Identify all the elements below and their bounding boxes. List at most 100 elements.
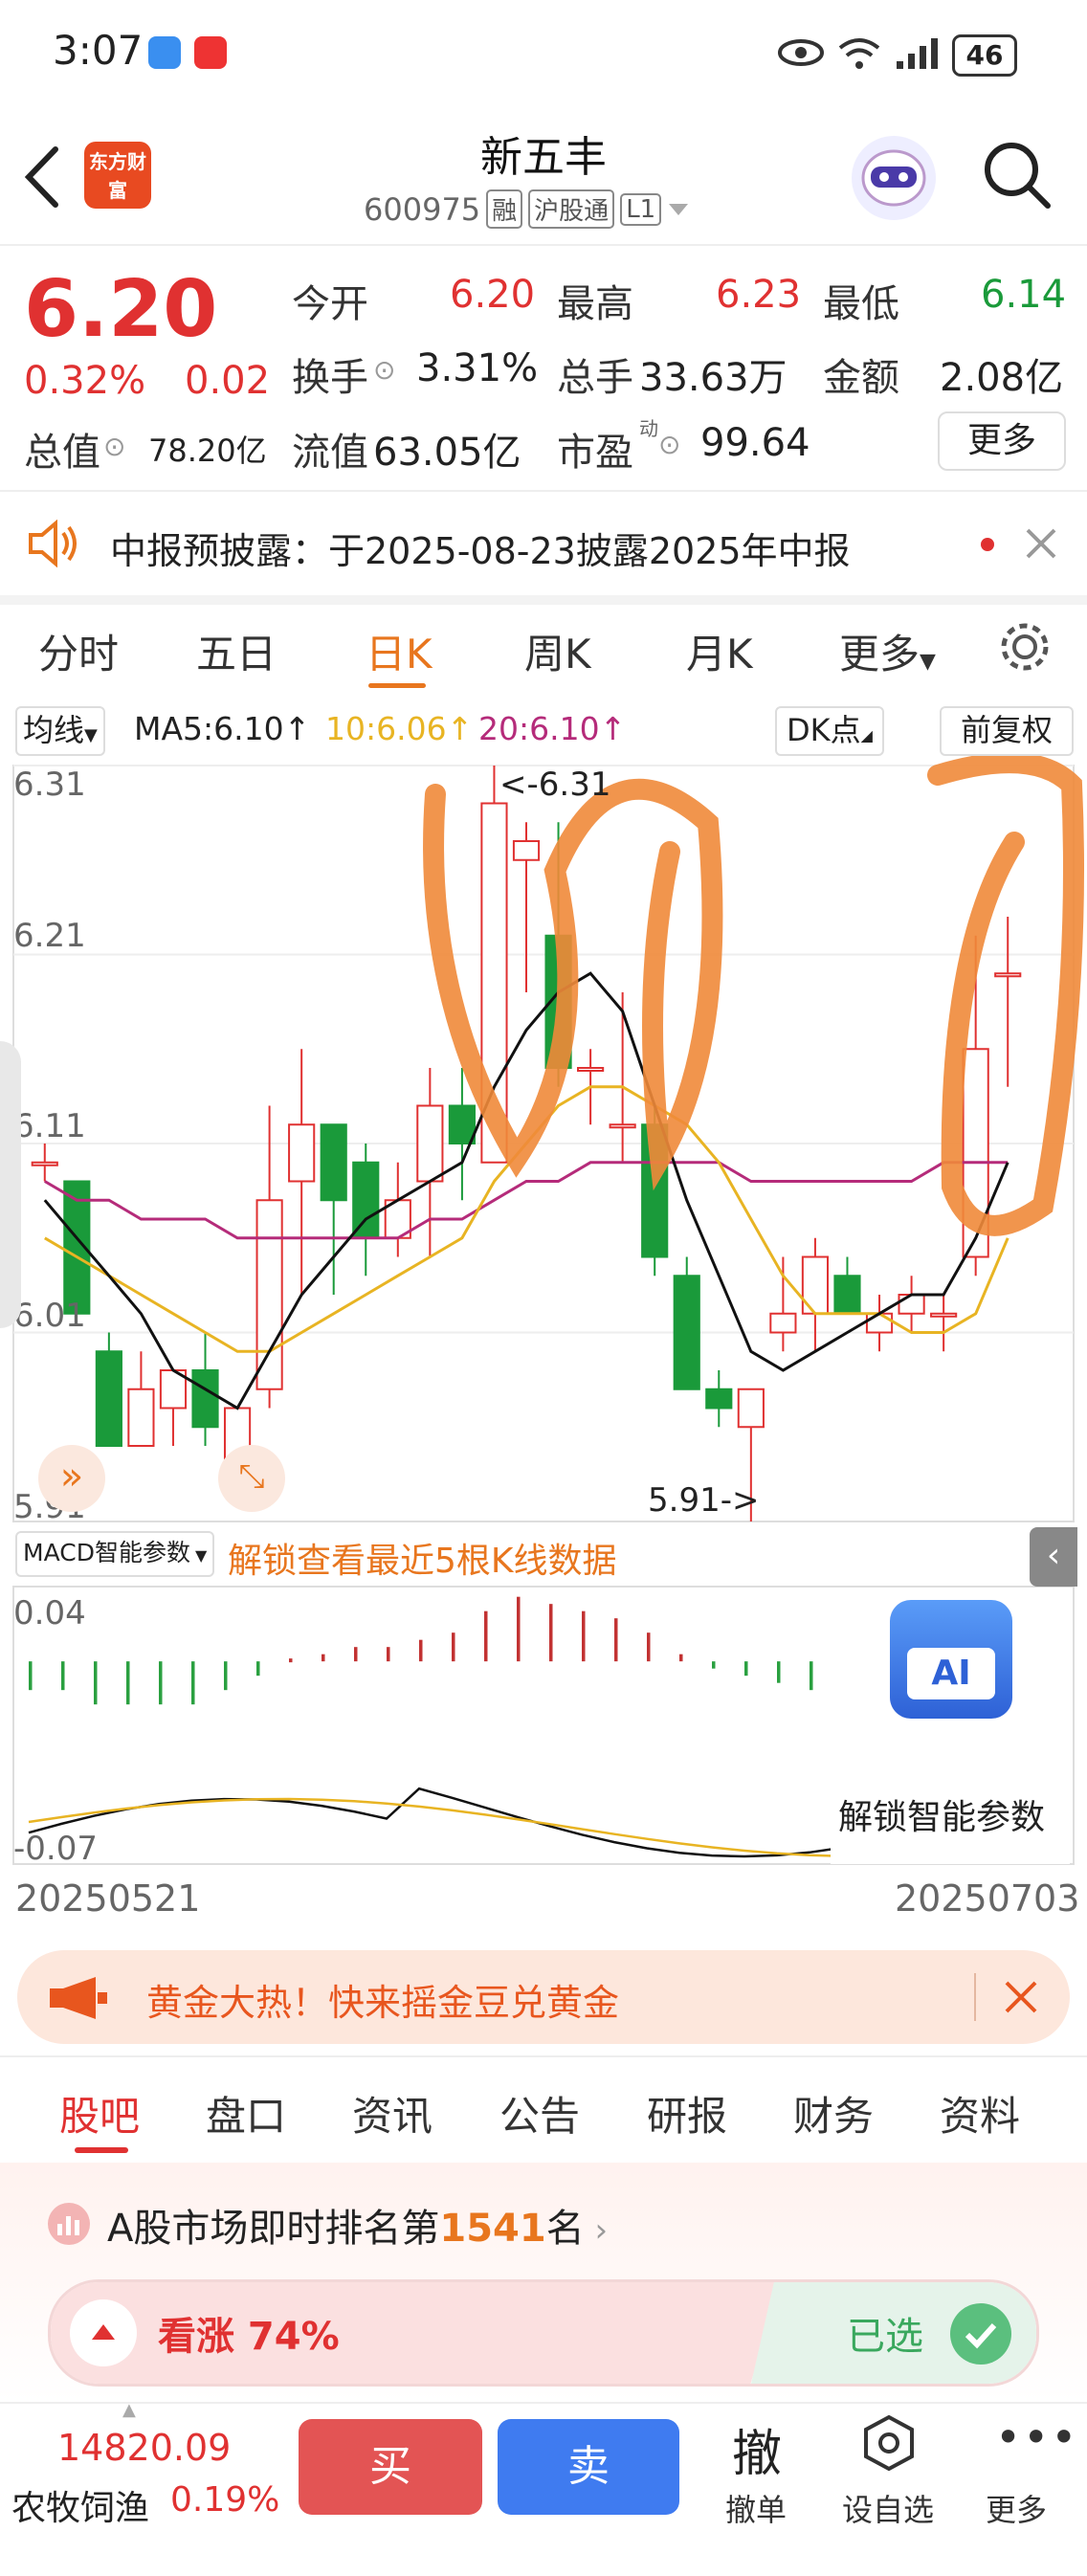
dk-point-label: DK点 — [787, 712, 861, 748]
info-icon[interactable]: ⊙ — [373, 354, 395, 386]
search-icon[interactable] — [981, 139, 1054, 211]
handdrawn-annotation — [423, 778, 723, 1191]
active-tab-indicator — [368, 683, 426, 688]
robot-assistant-icon[interactable] — [852, 136, 936, 220]
buy-button[interactable]: 买 — [299, 2419, 482, 2515]
rank-suffix: 名 — [545, 2207, 585, 2251]
candle — [31, 1144, 58, 1182]
side-drawer-handle[interactable] — [0, 1041, 21, 1328]
tab-five-day[interactable]: 五日 — [196, 622, 277, 680]
candle — [512, 822, 541, 992]
macd-bar — [679, 1654, 683, 1662]
more-quote-button[interactable]: 更多 — [938, 411, 1066, 471]
set-watchlist-label[interactable]: 设自选 — [842, 2486, 934, 2530]
double-chevron-icon[interactable]: » — [38, 1445, 105, 1512]
tab-profile[interactable]: 资料 — [940, 2084, 1020, 2143]
pe-superscript: 动 — [639, 417, 658, 440]
candle — [159, 1369, 188, 1446]
chevron-down-icon[interactable] — [667, 200, 690, 219]
candle — [95, 1332, 122, 1447]
promo-banner[interactable]: 黄金大热！快来摇金豆兑黄金 — [17, 1950, 1070, 2044]
tab-monthly-k[interactable]: 月K — [686, 622, 753, 680]
macd-select[interactable]: MACD智能参数 ▼ — [15, 1531, 215, 1577]
macd-bar — [484, 1610, 488, 1662]
candle-body — [127, 1388, 155, 1447]
candle — [769, 1256, 797, 1352]
tab-daily-k[interactable]: 日K — [366, 622, 433, 680]
dk-point-select[interactable]: DK点◢ — [775, 706, 884, 756]
tab-more[interactable]: 更多▼ — [839, 622, 936, 680]
tab-announcements[interactable]: 公告 — [499, 2084, 580, 2143]
pe-value: 99.64 — [700, 421, 810, 465]
index-value[interactable]: 14820.09 — [57, 2427, 231, 2469]
candle-body — [930, 1312, 958, 1318]
total-value-label: 总值 — [24, 431, 100, 475]
candle-body — [737, 1388, 765, 1429]
tab-finance[interactable]: 财务 — [793, 2084, 874, 2143]
more-label[interactable]: 更多 — [986, 2486, 1047, 2530]
ma-select-label: 均线 — [23, 712, 85, 748]
candle-body — [769, 1312, 797, 1334]
ma5-line — [43, 971, 1009, 1410]
divider — [974, 1973, 976, 2021]
chevron-down-icon: ▼ — [189, 1546, 208, 1565]
candle — [416, 1068, 444, 1257]
tab-news[interactable]: 资讯 — [352, 2084, 433, 2143]
cancel-order-label[interactable]: 撤单 — [725, 2486, 787, 2530]
low-marker: 5.91-> — [648, 1481, 760, 1520]
index-change: 0.19% — [170, 2480, 280, 2520]
status-bar: 3:07 46 — [0, 0, 1087, 105]
cancel-order-icon[interactable]: 撤 — [732, 2413, 782, 2485]
info-icon[interactable]: ⊙ — [658, 429, 680, 460]
signal-icon — [897, 38, 938, 69]
promo-text: 黄金大热！快来摇金豆兑黄金 — [146, 1982, 620, 2024]
macd-bar — [224, 1661, 228, 1691]
ma5-readout: MA5:6.10↑ — [134, 710, 311, 747]
vote-bar[interactable]: 看涨 74% 已选 — [48, 2279, 1039, 2387]
tab-more-label: 更多 — [839, 631, 921, 677]
ma-select[interactable]: 均线▼ — [15, 706, 105, 756]
candle — [994, 917, 1022, 1087]
ma20-readout: 20:6.10↑ — [478, 710, 627, 747]
tab-intraday[interactable]: 分时 — [38, 622, 119, 680]
info-icon[interactable]: ⊙ — [103, 431, 125, 462]
candle-body — [31, 1161, 58, 1166]
macd-bar — [322, 1654, 325, 1662]
ai-icon: AI — [890, 1600, 1012, 1719]
candle — [288, 1049, 316, 1295]
macd-bar — [582, 1610, 586, 1662]
clock: 3:07 — [53, 27, 144, 74]
open-label: 今开 — [292, 282, 368, 326]
tab-forum[interactable]: 股吧 — [59, 2084, 140, 2143]
rank-text[interactable]: A股市场即时排名第1541名 › — [107, 2197, 608, 2253]
tab-order-book[interactable]: 盘口 — [206, 2084, 286, 2143]
unlock-kline-link[interactable]: 解锁查看最近5根K线数据 — [228, 1533, 617, 1583]
macd-bar — [419, 1639, 423, 1662]
tab-research[interactable]: 研报 — [647, 2084, 727, 2143]
open-value: 6.20 — [450, 273, 536, 317]
amount-value: 2.08亿 — [940, 356, 1064, 400]
candle-body — [448, 1104, 476, 1144]
tab-weekly-k[interactable]: 周K — [524, 622, 591, 680]
chevron-right-icon: › — [584, 2211, 609, 2250]
candle — [673, 1256, 700, 1390]
candle — [801, 1237, 830, 1352]
macd-bar — [159, 1661, 163, 1705]
total-value: 78.20亿 — [148, 433, 267, 469]
adjust-select[interactable]: 前复权 — [940, 706, 1074, 756]
notice-text[interactable]: 中报预披露：于2025-08-23披露2025年中报 — [110, 522, 851, 574]
ma20-line — [44, 1161, 1009, 1240]
tag-connect: 沪股通 — [528, 189, 615, 229]
gear-icon[interactable] — [998, 620, 1052, 674]
sell-button[interactable]: 卖 — [498, 2419, 679, 2515]
candle-body — [705, 1388, 733, 1410]
expand-icon[interactable]: ⤡ — [218, 1445, 285, 1512]
candle — [352, 1144, 380, 1277]
change-pct: 0.32% — [24, 359, 146, 403]
close-icon[interactable] — [1003, 1979, 1039, 2015]
ai-unlock-card[interactable]: AI 解锁智能参数 — [831, 1588, 1070, 1864]
more-dots-icon[interactable]: ••• — [995, 2411, 1078, 2463]
close-icon[interactable] — [1024, 526, 1058, 561]
hexagon-settings-icon[interactable] — [859, 2413, 919, 2473]
collapse-panel-icon[interactable]: ‹ — [1030, 1527, 1077, 1587]
